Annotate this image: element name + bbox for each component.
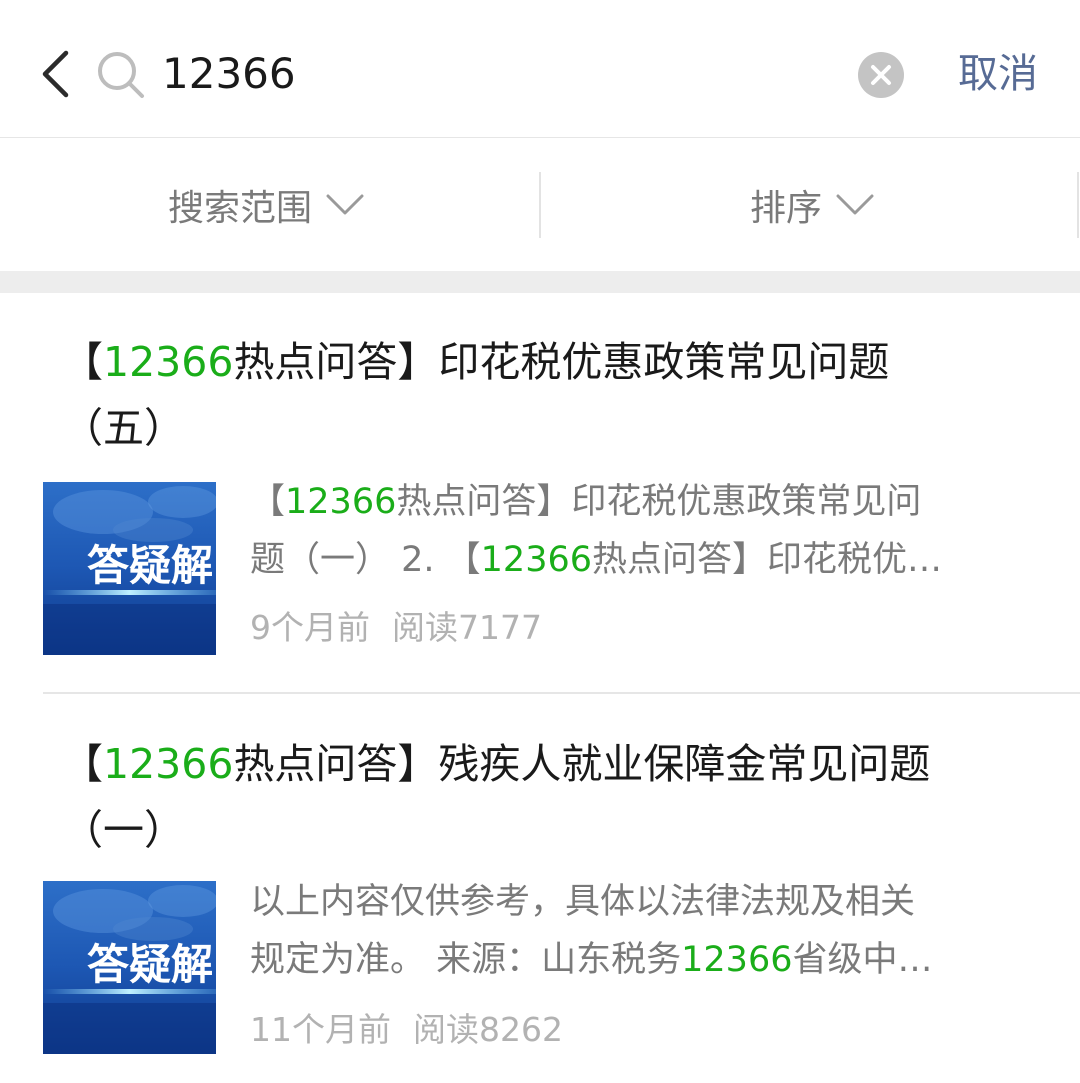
result-snippet: 【12366热点问答】印花税优惠政策常见问 题（一） 2. 【12366热点问答… <box>250 473 1020 589</box>
snippet-text: 【 <box>250 482 286 522</box>
thumbnail-text: 答疑解 <box>87 940 213 989</box>
title-text: 热点问答】残疾人就业保障金常见问题 <box>233 740 931 788</box>
result-thumbnail: 答疑解 <box>43 881 216 1054</box>
thumbnail-image: 答疑解 <box>43 881 216 1054</box>
chevron-down-icon <box>326 194 364 215</box>
title-text: 热点问答】印花税优惠政策常见问题 <box>233 338 890 386</box>
result-meta: 9个月前 阅读7177 <box>250 601 542 649</box>
snippet-line: 【12366热点问答】印花税优惠政策常见问 <box>250 473 1020 531</box>
result-meta: 11个月前 阅读8262 <box>250 1003 563 1051</box>
snippet-line: 以上内容仅供参考，具体以法律法规及相关 <box>250 873 1020 931</box>
clear-icon <box>871 65 891 85</box>
title-bracket: 【 <box>62 338 103 386</box>
snippet-text: 热点问答】印花税优惠政策常见问 <box>396 482 922 522</box>
title-bracket: 【 <box>62 740 103 788</box>
search-scope-dropdown[interactable]: 搜索范围 <box>168 139 364 271</box>
result-title[interactable]: 【12366热点问答】印花税优惠政策常见问题 （五） <box>62 329 1022 461</box>
snippet-keyword-highlight: 12366 <box>480 540 592 580</box>
title-text-line2: （一） <box>62 806 185 854</box>
snippet-text: 题（一） 2. 【 <box>250 540 481 580</box>
title-keyword-highlight: 12366 <box>103 338 234 386</box>
result-thumbnail: 答疑解 <box>43 482 216 655</box>
back-button[interactable] <box>30 44 80 104</box>
thumbnail-text: 答疑解 <box>87 541 213 590</box>
result-title[interactable]: 【12366热点问答】残疾人就业保障金常见问题 （一） <box>62 731 1022 863</box>
snippet-keyword-highlight: 12366 <box>681 940 793 980</box>
search-result-item[interactable]: 【12366热点问答】印花税优惠政策常见问题 （五） 答疑解 【12366热点问… <box>0 293 1080 692</box>
cancel-button[interactable]: 取消 <box>958 44 1038 104</box>
snippet-keyword-highlight: 12366 <box>285 482 397 522</box>
section-separator <box>0 271 1080 293</box>
sort-label: 排序 <box>750 188 823 229</box>
snippet-line: 规定为准。 来源：山东税务12366省级中… <box>250 931 1020 989</box>
clear-search-button[interactable] <box>858 52 904 98</box>
title-keyword-highlight: 12366 <box>103 740 234 788</box>
title-text-line2: （五） <box>62 404 185 452</box>
snippet-line: 题（一） 2. 【12366热点问答】印花税优… <box>250 531 1020 589</box>
chevron-down-icon <box>836 194 874 215</box>
search-scope-label: 搜索范围 <box>168 188 313 229</box>
result-snippet: 以上内容仅供参考，具体以法律法规及相关 规定为准。 来源：山东税务12366省级… <box>250 873 1020 989</box>
search-input[interactable] <box>162 40 822 106</box>
search-result-item[interactable]: 【12366热点问答】残疾人就业保障金常见问题 （一） 答疑解 以上内容仅供参考… <box>0 693 1080 1083</box>
filter-divider <box>539 172 541 238</box>
result-time: 11个月前 <box>250 1010 391 1049</box>
snippet-text: 省级中… <box>792 940 933 980</box>
sort-dropdown[interactable]: 排序 <box>750 139 874 271</box>
search-header: 取消 <box>0 0 1080 138</box>
thumbnail-image: 答疑解 <box>43 482 216 655</box>
result-time: 9个月前 <box>250 608 370 647</box>
snippet-text: 以上内容仅供参考，具体以法律法规及相关 <box>250 882 916 922</box>
result-read-count: 阅读8262 <box>413 1010 563 1049</box>
chevron-left-icon <box>42 50 69 98</box>
snippet-text: 热点问答】印花税优… <box>592 540 943 580</box>
filter-divider <box>1077 172 1079 238</box>
result-read-count: 阅读7177 <box>392 608 542 647</box>
snippet-text: 规定为准。 来源：山东税务 <box>250 940 682 980</box>
search-icon <box>98 52 144 98</box>
